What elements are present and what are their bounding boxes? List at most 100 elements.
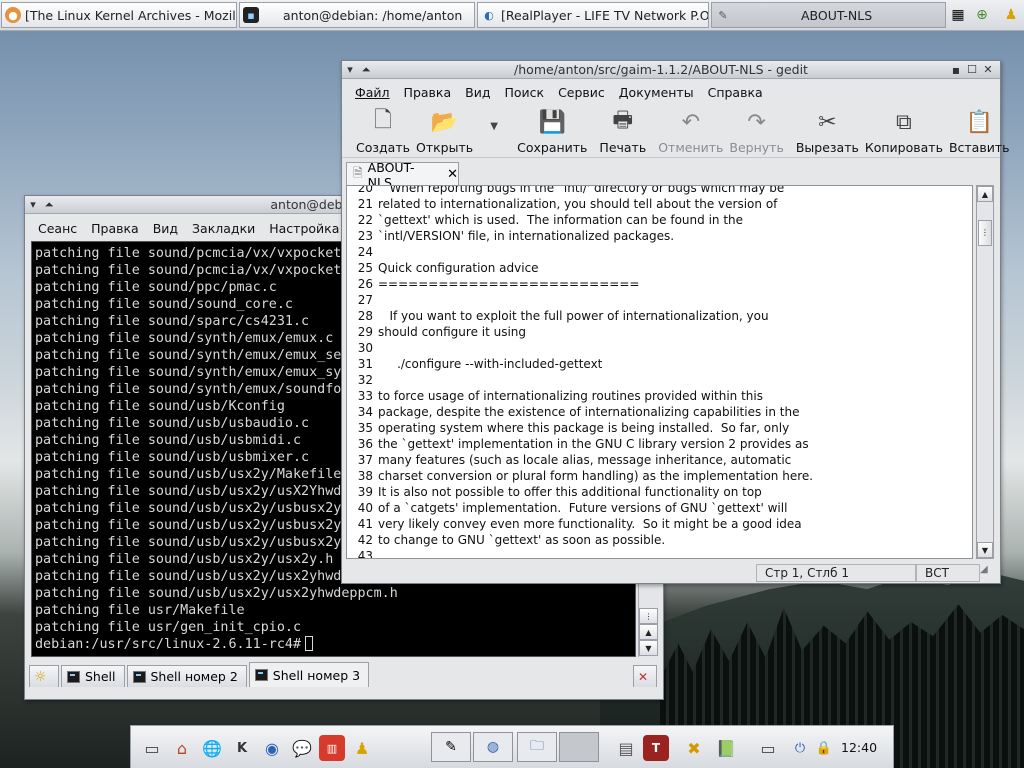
user-icon[interactable]: ♟ bbox=[1000, 4, 1022, 26]
scroll-down-button[interactable]: ▼ bbox=[639, 640, 658, 656]
menu-edit[interactable]: Правка bbox=[84, 221, 146, 236]
kword-icon[interactable]: K bbox=[229, 735, 255, 761]
task-firefox[interactable]: ● [The Linux Kernel Archives - Mozilla F… bbox=[1, 2, 237, 28]
scroll-up-button[interactable]: ▲ bbox=[977, 186, 993, 202]
editor-line[interactable]: 41 very likely convey even more functiona… bbox=[347, 516, 972, 532]
open-button[interactable]: 📂 Открыть bbox=[416, 102, 473, 156]
editor-line[interactable]: 37 many features (such as locale alias, m… bbox=[347, 452, 972, 468]
menu-edit[interactable]: Правка bbox=[397, 85, 459, 100]
show-desktop-icon[interactable]: ▭ bbox=[139, 735, 165, 761]
open-recent-dropdown[interactable]: ▼ bbox=[479, 102, 509, 140]
globe-icon[interactable]: 🌐 bbox=[199, 735, 225, 761]
task-terminal[interactable]: ▪ anton@debian: /home/anton bbox=[239, 2, 475, 28]
resize-grip-icon[interactable]: ◢ bbox=[980, 564, 996, 582]
menu-tools[interactable]: Сервис bbox=[551, 85, 612, 100]
editor-line[interactable]: 34 package, despite the existence of inte… bbox=[347, 404, 972, 420]
close-icon[interactable]: ✕ bbox=[980, 62, 996, 78]
save-button[interactable]: 💾 Сохранить bbox=[517, 102, 587, 156]
editor-line[interactable]: 25 Quick configuration advice bbox=[347, 260, 972, 276]
menu-session[interactable]: Сеанс bbox=[31, 221, 84, 236]
copy-button[interactable]: ⧉ Копировать bbox=[865, 102, 943, 156]
terminal-prompt-line[interactable]: debian:/usr/src/linux-2.6.11-rc4# bbox=[35, 636, 635, 653]
scroll-thumb[interactable]: ⋮ bbox=[978, 220, 992, 246]
menu-documents[interactable]: Документы bbox=[612, 85, 701, 100]
scroll-down-button[interactable]: ▼ bbox=[977, 542, 993, 558]
editor-line[interactable]: 38 charset conversion or plural form hand… bbox=[347, 468, 972, 484]
shade-icon[interactable]: ⏶ bbox=[41, 197, 57, 213]
task-gedit[interactable]: ✎ ABOUT-NLS bbox=[711, 2, 946, 28]
clock[interactable]: 12:40 bbox=[841, 740, 877, 755]
close-session-button[interactable]: ✕ bbox=[633, 665, 657, 687]
media-player-icon[interactable]: ◉ bbox=[259, 735, 285, 761]
editor-line[interactable]: 36 the `gettext' implementation in the GN… bbox=[347, 436, 972, 452]
home-icon[interactable]: ⌂ bbox=[169, 735, 195, 761]
window-list-icon[interactable]: ▦ bbox=[947, 4, 969, 26]
document-tab[interactable]: 🗎 ABOUT-NLS ✕ bbox=[346, 160, 459, 190]
monitor-icon[interactable]: ▭ bbox=[755, 735, 781, 761]
editor-line[interactable]: 43 bbox=[347, 548, 972, 558]
tools-icon[interactable]: ✖ bbox=[681, 735, 707, 761]
redo-button[interactable]: ↷ Вернуть bbox=[729, 102, 783, 156]
cut-button[interactable]: ✂ Вырезать bbox=[796, 102, 859, 156]
chat-icon[interactable]: 💬 bbox=[289, 735, 315, 761]
editor-line[interactable]: 31 ./configure --with-included-gettext bbox=[347, 356, 972, 372]
editor-line[interactable]: 35 operating system where this package is… bbox=[347, 420, 972, 436]
shade-icon[interactable]: ⏶ bbox=[358, 62, 374, 78]
editor-line[interactable]: 29 should configure it using bbox=[347, 324, 972, 340]
editor-line[interactable]: 39 It is also not possible to offer this … bbox=[347, 484, 972, 500]
paste-button[interactable]: 📋 Вставить bbox=[949, 102, 1010, 156]
editor-line[interactable]: 28 If you want to exploit the full power… bbox=[347, 308, 972, 324]
calendar-icon[interactable]: ▥ bbox=[319, 735, 345, 761]
editor-line[interactable]: 40 of a `catgets' implementation. Future … bbox=[347, 500, 972, 516]
desktop-pager-4[interactable] bbox=[559, 732, 599, 762]
window-menu-icon[interactable]: ▾ bbox=[25, 197, 41, 213]
tab-shell[interactable]: Shell bbox=[61, 665, 125, 687]
window-menu-icon[interactable]: ▾ bbox=[342, 62, 358, 78]
editor-line[interactable]: 23 `intl/VERSION' file, in internationali… bbox=[347, 228, 972, 244]
editor-line[interactable]: 22 `gettext' which is used. The informati… bbox=[347, 212, 972, 228]
network-icon[interactable]: ⊕ bbox=[971, 4, 993, 26]
editor-line[interactable]: 30 bbox=[347, 340, 972, 356]
tab-shell-3[interactable]: Shell номер 3 bbox=[248, 662, 370, 687]
editor-line[interactable]: 33 to force usage of internationalizing r… bbox=[347, 388, 972, 404]
dictionary-icon[interactable]: T bbox=[643, 735, 669, 761]
editor-line[interactable]: 26 ========================== bbox=[347, 276, 972, 292]
close-tab-icon[interactable]: ✕ bbox=[447, 167, 458, 182]
menu-file[interactable]: Файл bbox=[348, 85, 397, 100]
book-icon[interactable]: 📗 bbox=[713, 735, 739, 761]
print-button[interactable]: 🖶 Печать bbox=[599, 102, 646, 155]
editor-line[interactable]: 24 bbox=[347, 244, 972, 260]
grip-icon[interactable]: ⋮ bbox=[639, 608, 658, 624]
new-button[interactable]: 🗋 Создать bbox=[356, 102, 410, 155]
menu-view[interactable]: Вид bbox=[458, 85, 497, 100]
notes-icon[interactable]: ▤ bbox=[613, 735, 639, 761]
editor-scrollbar[interactable]: ▲ ⋮ ▼ bbox=[976, 185, 994, 559]
undo-button[interactable]: ↶ Отменить bbox=[658, 102, 723, 156]
tab-shell-2[interactable]: Shell номер 2 bbox=[126, 665, 247, 687]
text-editor[interactable]: 20 When reporting bugs in the `intl/' di… bbox=[346, 185, 973, 559]
desktop-pager-2[interactable]: ◍ bbox=[473, 732, 513, 762]
editor-line[interactable]: 21 related to internationalization, you s… bbox=[347, 196, 972, 212]
desktop-pager-3[interactable]: 🗀 bbox=[517, 732, 557, 762]
menu-bookmarks[interactable]: Закладки bbox=[185, 221, 262, 236]
menu-view[interactable]: Вид bbox=[146, 221, 185, 236]
lock-icon[interactable]: 🔒 bbox=[811, 735, 837, 761]
editor-line[interactable]: 20 When reporting bugs in the `intl/' di… bbox=[347, 185, 972, 196]
line-text: the `gettext' implementation in the GNU … bbox=[378, 437, 809, 451]
menu-settings[interactable]: Настройка bbox=[262, 221, 346, 236]
minimize-icon[interactable]: ▪ bbox=[948, 62, 964, 78]
desktop-pager-1[interactable]: ✎ bbox=[431, 732, 471, 762]
menu-help[interactable]: Справка bbox=[701, 85, 770, 100]
maximize-icon[interactable]: ☐ bbox=[964, 62, 980, 78]
editor-line[interactable]: 32 bbox=[347, 372, 972, 388]
menu-search[interactable]: Поиск bbox=[497, 85, 551, 100]
scroll-up-button[interactable]: ▲ bbox=[639, 624, 658, 640]
power-icon[interactable]: ⏻ bbox=[787, 735, 813, 761]
user-icon[interactable]: ♟ bbox=[349, 735, 375, 761]
editor-line[interactable]: 42 to change to GNU `gettext' as soon as … bbox=[347, 532, 972, 548]
editor-line[interactable]: 27 bbox=[347, 292, 972, 308]
task-realplayer[interactable]: ◐ [RealPlayer - LIFE TV Network P.O.Box bbox=[477, 2, 709, 28]
line-text: When reporting bugs in the `intl/' direc… bbox=[378, 185, 785, 195]
gedit-titlebar[interactable]: ▾ ⏶ /home/anton/src/gaim-1.1.2/ABOUT-NLS… bbox=[342, 61, 1000, 79]
new-session-button[interactable]: ☼ bbox=[29, 665, 59, 687]
